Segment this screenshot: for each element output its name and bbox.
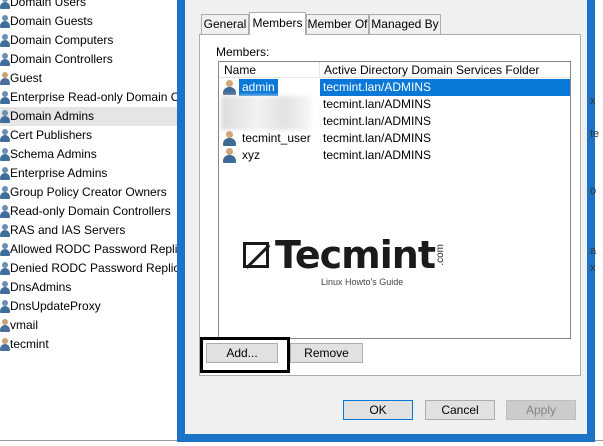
- list-item[interactable]: DnsAdmins: [0, 278, 180, 297]
- list-item[interactable]: tecmint: [0, 335, 180, 354]
- cancel-button[interactable]: Cancel: [425, 400, 495, 420]
- column-header-name[interactable]: Name: [224, 62, 256, 78]
- group-icon: [0, 33, 10, 48]
- properties-dialog: General Members Member Of Managed By Mem…: [177, 0, 595, 442]
- background-object-list: Domain Users Domain Guests Domain Comput…: [0, 0, 190, 354]
- list-item[interactable]: Read-only Domain Controllers: [0, 202, 180, 221]
- clipped-text-fragment: o: [590, 185, 597, 197]
- list-item[interactable]: Domain Computers: [0, 31, 180, 50]
- user-icon: [0, 337, 10, 352]
- group-icon: [0, 0, 10, 10]
- watermark-tagline: Linux Howto's Guide: [321, 277, 404, 287]
- list-header: Name Active Directory Domain Services Fo…: [219, 62, 570, 78]
- list-item[interactable]: Domain Controllers: [0, 50, 180, 69]
- watermark-brand: Tecmint: [275, 233, 436, 277]
- member-row[interactable]: tecmint.lan/ADMINS: [219, 113, 570, 130]
- tab-managed-by[interactable]: Managed By: [369, 14, 441, 34]
- group-icon: [0, 128, 10, 143]
- ok-button[interactable]: OK: [343, 400, 413, 420]
- members-tab-page: Members: Name Active Directory Domain Se…: [199, 34, 581, 376]
- group-icon: [0, 147, 10, 162]
- member-row[interactable]: xyz tecmint.lan/ADMINS: [219, 147, 570, 164]
- clipped-text-fragment: a: [590, 245, 597, 257]
- member-row[interactable]: tecmint.lan/ADMINS: [219, 96, 570, 130]
- group-icon: [0, 280, 10, 295]
- list-item[interactable]: Group Policy Creator Owners: [0, 183, 180, 202]
- member-name: [239, 96, 245, 113]
- list-item[interactable]: vmail: [0, 316, 180, 335]
- user-icon: [223, 80, 236, 95]
- member-folder: tecmint.lan/ADMINS: [320, 79, 570, 96]
- list-item[interactable]: RAS and IAS Servers: [0, 221, 180, 240]
- list-item-selected[interactable]: Domain Admins: [0, 107, 180, 126]
- member-name: tecmint_user: [242, 131, 311, 145]
- list-item[interactable]: Guest: [0, 69, 180, 88]
- user-icon: [223, 131, 236, 146]
- user-icon: [223, 148, 236, 163]
- tecmint-logo-icon: [243, 242, 269, 268]
- highlight-frame: [200, 337, 290, 373]
- member-row[interactable]: tecmint_user tecmint.lan/ADMINS: [219, 130, 570, 147]
- member-folder: tecmint.lan/ADMINS: [323, 131, 432, 145]
- member-row[interactable]: admin tecmint.lan/ADMINS: [219, 79, 570, 96]
- members-list[interactable]: Name Active Directory Domain Services Fo…: [218, 61, 571, 339]
- user-icon: [0, 318, 10, 333]
- tab-member-of[interactable]: Member Of: [306, 14, 369, 34]
- list-item[interactable]: Cert Publishers: [0, 126, 180, 145]
- member-folder: tecmint.lan/ADMINS: [323, 148, 432, 162]
- watermark-suffix: .com: [435, 244, 446, 266]
- member-name: [239, 113, 245, 130]
- group-icon: [0, 90, 10, 105]
- member-folder: tecmint.lan/ADMINS: [323, 97, 432, 111]
- group-icon: [0, 14, 10, 29]
- clipped-text-fragment: x: [590, 95, 596, 107]
- remove-button[interactable]: Remove: [290, 343, 363, 363]
- group-icon: [0, 261, 10, 276]
- group-icon: [0, 166, 10, 181]
- list-item[interactable]: Schema Admins: [0, 145, 180, 164]
- list-item[interactable]: DnsUpdateProxy: [0, 297, 180, 316]
- group-icon: [0, 299, 10, 314]
- tab-general[interactable]: General: [201, 14, 249, 34]
- group-icon: [0, 185, 10, 200]
- group-icon: [0, 52, 10, 67]
- list-item[interactable]: Allowed RODC Password Replica: [0, 240, 190, 259]
- tab-members[interactable]: Members: [249, 12, 306, 35]
- clipped-text-fragment: te: [590, 128, 600, 140]
- group-icon: [0, 204, 10, 219]
- list-item[interactable]: Enterprise Admins: [0, 164, 180, 183]
- member-folder: tecmint.lan/ADMINS: [323, 114, 432, 128]
- group-icon: [0, 109, 10, 124]
- column-divider[interactable]: [319, 62, 320, 78]
- group-icon: [0, 242, 10, 257]
- list-item[interactable]: Domain Guests: [0, 12, 180, 31]
- member-name: admin: [239, 79, 278, 96]
- list-item[interactable]: Denied RODC Password Replicat: [0, 259, 189, 278]
- column-header-folder[interactable]: Active Directory Domain Services Folder: [324, 62, 539, 78]
- list-item[interactable]: Enterprise Read-only Domain Co: [0, 88, 186, 107]
- apply-button[interactable]: Apply: [506, 400, 576, 420]
- list-item[interactable]: Domain Users: [0, 0, 180, 12]
- group-icon: [0, 223, 10, 238]
- member-name: xyz: [242, 148, 260, 162]
- clipped-text-fragment: x: [590, 262, 596, 274]
- user-icon: [0, 71, 10, 86]
- members-label: Members:: [216, 45, 270, 59]
